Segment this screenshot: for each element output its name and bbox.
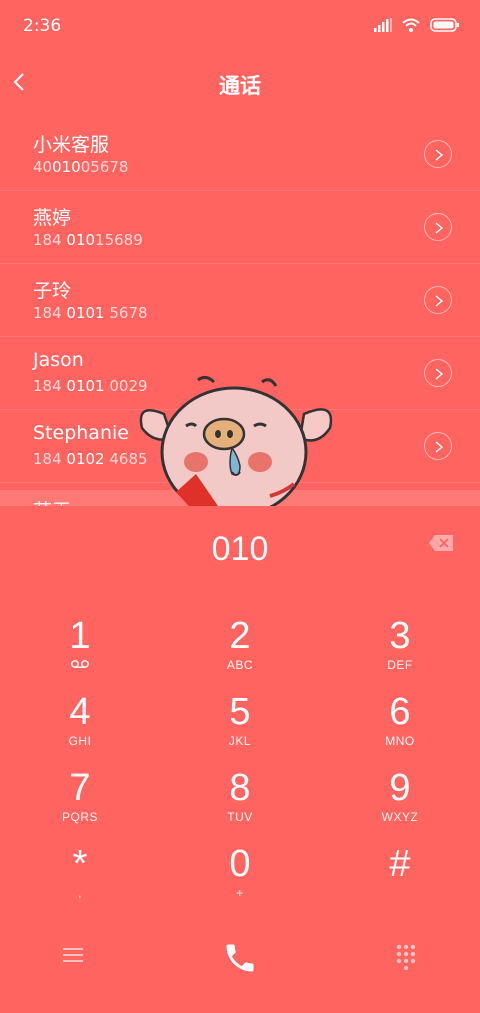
contact-number: 184 0101 0029: [33, 377, 148, 395]
contact-name: 小米客服: [33, 134, 110, 156]
contact-name: 子玲: [33, 280, 72, 302]
dialer-bottom-bar: [0, 936, 480, 986]
keypad-toggle-button[interactable]: [396, 944, 416, 974]
contact-number: 184 01015689: [33, 231, 143, 249]
battery-icon: [430, 17, 460, 36]
title-bar: 通话: [0, 60, 480, 108]
status-time: 2:36: [23, 16, 62, 36]
contact-number: 184 0102 4685: [33, 450, 148, 468]
chevron-right-icon: [435, 222, 444, 234]
key-hash[interactable]: #: [320, 844, 480, 920]
chevron-right-icon: [435, 441, 444, 453]
dial-input[interactable]: 010: [0, 530, 480, 569]
key-star[interactable]: * ,: [0, 844, 160, 920]
chevron-right-icon: [435, 368, 444, 380]
menu-icon: [63, 948, 83, 962]
menu-button[interactable]: [62, 946, 84, 968]
contact-name: 苏玉: [33, 496, 71, 506]
key-6[interactable]: 6 MNO: [320, 692, 480, 768]
wifi-icon: [402, 17, 420, 36]
status-bar: 2:36: [0, 0, 480, 52]
contact-number: 4001005678: [33, 158, 129, 176]
signal-icon: [374, 17, 392, 36]
key-1[interactable]: 1: [0, 616, 160, 692]
backspace-button[interactable]: [428, 534, 454, 552]
key-9[interactable]: 9 WXYZ: [320, 768, 480, 844]
contact-name: 燕婷: [33, 207, 72, 229]
chevron-right-icon: [435, 295, 444, 307]
page-title: 通话: [219, 74, 261, 98]
list-item[interactable]: 小米客服 4001005678: [0, 118, 480, 191]
contact-name: Jason: [33, 349, 84, 371]
key-7[interactable]: 7 PQRS: [0, 768, 160, 844]
contact-detail-button[interactable]: [424, 213, 452, 241]
chevron-right-icon: [435, 149, 444, 161]
key-0[interactable]: 0 +: [160, 844, 320, 920]
key-3[interactable]: 3 DEF: [320, 616, 480, 692]
list-item[interactable]: 燕婷 184 01015689: [0, 191, 480, 264]
contact-number: 184 0101 5678: [33, 304, 148, 322]
pig-sticker-image: [136, 374, 336, 506]
key-5[interactable]: 5 JKL: [160, 692, 320, 768]
list-item[interactable]: 子玲 184 0101 5678: [0, 264, 480, 337]
contact-detail-button[interactable]: [424, 359, 452, 387]
call-button[interactable]: [222, 940, 258, 980]
dialer-panel: 010 1 2 ABC 3 DEF 4 GHI 5 JKL 6 MNO 7 PQ…: [0, 506, 480, 1013]
key-4[interactable]: 4 GHI: [0, 692, 160, 768]
key-8[interactable]: 8 TUV: [160, 768, 320, 844]
contact-detail-button[interactable]: [424, 286, 452, 314]
contact-name: Stephanie: [33, 422, 129, 444]
contact-detail-button[interactable]: [424, 140, 452, 168]
keypad-icon: [396, 944, 416, 971]
voicemail-icon: [0, 658, 160, 672]
phone-icon: [226, 944, 254, 972]
key-2[interactable]: 2 ABC: [160, 616, 320, 692]
backspace-icon: [429, 535, 453, 551]
contact-detail-button[interactable]: [424, 432, 452, 460]
